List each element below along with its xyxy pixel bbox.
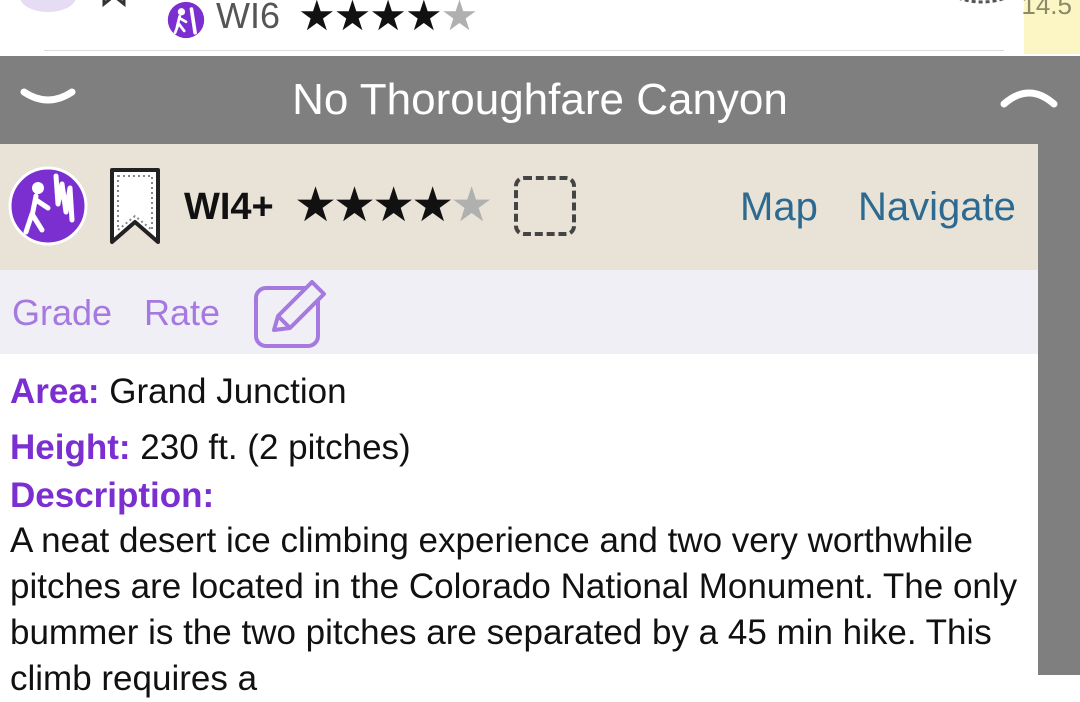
route-toolbar: WI4+ ★★★★★ Map Navigate [0, 144, 1038, 270]
previous-dotted-line [959, 0, 1005, 4]
route-star-rating: ★★★★★ [294, 179, 493, 232]
ice-climber-icon [8, 166, 88, 246]
navigate-button[interactable]: Navigate [858, 182, 1016, 232]
list-divider [44, 50, 1004, 51]
previous-bookmark-icon [102, 0, 126, 8]
area-label: Area: [10, 372, 100, 411]
user-action-row: Grade Rate [0, 270, 1038, 354]
bookmark-icon[interactable] [108, 166, 162, 246]
chevron-up-icon[interactable] [998, 76, 1060, 116]
height-label: Height: [10, 428, 131, 467]
route-title: No Thoroughfare Canyon [292, 75, 788, 124]
description-label: Description: [10, 476, 215, 515]
area-row: Area: Grand Junction [10, 370, 347, 414]
previous-list-item[interactable]: WI6 ★★★★★ 14.5 [0, 0, 1080, 54]
previous-distance-badge: 14.5 [1021, 0, 1080, 54]
ticked-checkbox[interactable] [514, 176, 576, 236]
edit-pencil-icon[interactable] [252, 274, 332, 350]
height-value: 230 ft. (2 pitches) [140, 428, 411, 467]
previous-ice-climber-icon [167, 1, 205, 39]
map-button[interactable]: Map [740, 182, 818, 232]
previous-avatar [20, 0, 76, 12]
route-grade: WI4+ [184, 186, 274, 228]
previous-star-rating: ★★★★★ [298, 0, 478, 39]
height-row: Height: 230 ft. (2 pitches) [10, 426, 411, 470]
description-row: Description: [10, 474, 214, 518]
grade-button[interactable]: Grade [12, 290, 112, 336]
scrollbar[interactable] [1038, 144, 1080, 675]
area-value: Grand Junction [109, 372, 347, 411]
detail-title-bar: No Thoroughfare Canyon [0, 56, 1080, 144]
description-text: A neat desert ice climbing experience an… [10, 521, 1018, 698]
rate-button[interactable]: Rate [144, 290, 220, 336]
previous-grade: WI6 [216, 0, 281, 36]
